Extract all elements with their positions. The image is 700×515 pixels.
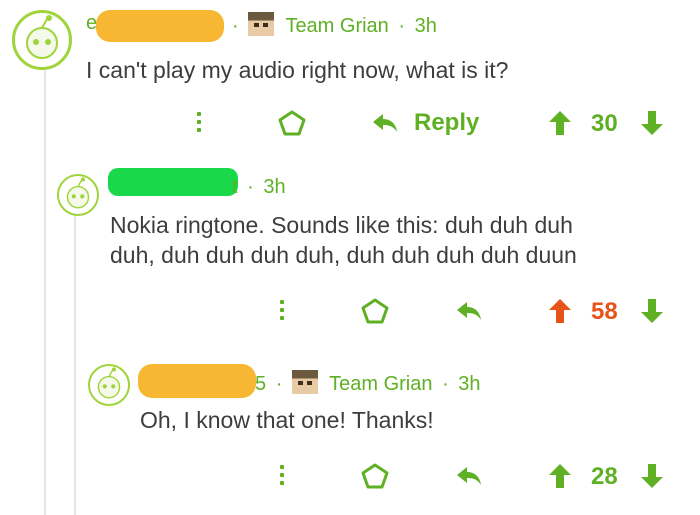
flair-image: [248, 12, 275, 36]
separator: ·: [275, 373, 283, 395]
comment-meta: t · 3h: [232, 176, 286, 199]
downvote-icon[interactable]: [640, 463, 664, 489]
username[interactable]: 5: [255, 373, 266, 395]
separator: ·: [398, 15, 406, 37]
comment-age: 3h: [414, 15, 437, 37]
upvote-icon[interactable]: [548, 110, 572, 136]
reply-icon[interactable]: [371, 112, 399, 134]
upvote-icon[interactable]: [548, 298, 572, 324]
avatar-icon: [66, 177, 90, 209]
separator: ·: [442, 373, 449, 395]
comment-body: I can't play my audio right now, what is…: [86, 57, 509, 83]
avatar[interactable]: [88, 364, 130, 406]
redaction: [108, 168, 238, 196]
username[interactable]: t: [232, 176, 238, 198]
downvote-icon[interactable]: [640, 298, 664, 324]
score: 58: [591, 298, 618, 325]
award-icon[interactable]: [278, 110, 306, 136]
comment-meta: 5 · Team Grian · 3h: [255, 370, 481, 396]
flair-label: Team Grian: [329, 373, 433, 395]
comment-age: 3h: [458, 373, 481, 395]
thread-line: [74, 212, 76, 515]
award-icon[interactable]: [361, 298, 389, 324]
upvote-icon[interactable]: [548, 463, 572, 489]
more-icon[interactable]: [280, 465, 286, 489]
reply-icon[interactable]: [455, 300, 483, 322]
separator: ·: [247, 176, 254, 198]
comment-body: Nokia ringtone. Sounds like this: duh du…: [110, 210, 577, 270]
flair-image: [291, 370, 318, 394]
comment-body-line: duh, duh duh duh duh, duh duh duh duh du…: [110, 242, 577, 268]
flair-label: Team Grian: [285, 15, 389, 37]
comment-meta-right: · Team Grian · 3h: [228, 12, 437, 38]
redaction: [96, 10, 224, 42]
separator: ·: [232, 15, 239, 37]
avatar[interactable]: [57, 174, 99, 216]
comment-age: 3h: [263, 176, 286, 198]
more-icon[interactable]: [197, 112, 203, 136]
thread-line: [44, 70, 46, 515]
reply-icon[interactable]: [455, 465, 483, 487]
avatar[interactable]: [12, 10, 72, 70]
redaction: [138, 364, 256, 398]
score: 30: [591, 110, 618, 137]
reply-button[interactable]: Reply: [414, 109, 479, 137]
score: 28: [591, 463, 618, 490]
downvote-icon[interactable]: [640, 110, 664, 136]
more-icon[interactable]: [280, 300, 286, 324]
comment-body: Oh, I know that one! Thanks!: [140, 407, 434, 433]
comment-body-line: Nokia ringtone. Sounds like this: duh du…: [110, 212, 573, 238]
avatar-icon: [26, 15, 58, 59]
avatar-icon: [97, 367, 121, 399]
award-icon[interactable]: [361, 463, 389, 489]
